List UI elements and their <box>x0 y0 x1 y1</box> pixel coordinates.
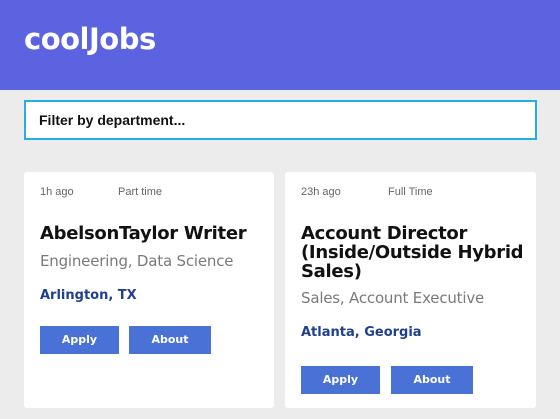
about-button[interactable]: About <box>129 326 211 354</box>
logo[interactable]: coolJobs <box>24 20 156 58</box>
department-filter[interactable] <box>24 100 537 140</box>
job-department: Sales, Account Executive <box>301 289 485 307</box>
job-title: Account Director (Inside/Outside Hybrid … <box>301 223 524 282</box>
job-location: Atlanta, Georgia <box>301 325 422 340</box>
apply-button[interactable]: Apply <box>301 366 380 394</box>
job-type: Part time <box>118 186 163 198</box>
job-title: AbelsonTaylor Writer <box>40 223 247 244</box>
posted-time: 23h ago <box>301 186 341 198</box>
job-type: Full Time <box>388 186 433 198</box>
job-location: Arlington, TX <box>40 288 137 303</box>
posted-time: 1h ago <box>40 186 74 198</box>
job-department: Engineering, Data Science <box>40 252 234 270</box>
app-header: coolJobs <box>0 0 560 90</box>
filter-input[interactable] <box>26 102 535 138</box>
about-button[interactable]: About <box>391 366 473 394</box>
job-card: 1h ago Part time AbelsonTaylor Writer En… <box>24 172 274 408</box>
job-card: 23h ago Full Time Account Director (Insi… <box>285 172 536 408</box>
apply-button[interactable]: Apply <box>40 326 119 354</box>
